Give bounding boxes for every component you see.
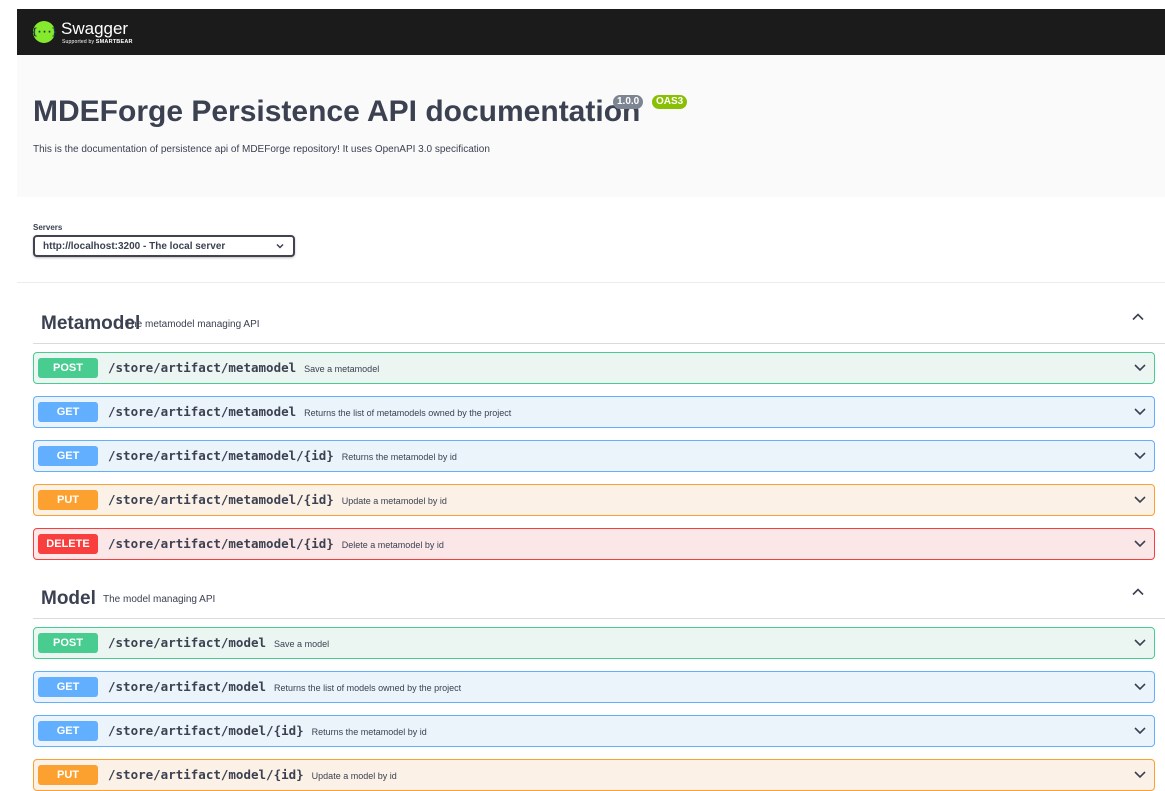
tag-name: Model: [41, 588, 96, 609]
operation-summary: Returns the list of metamodels owned by …: [304, 408, 512, 418]
operation-path-block: /store/artifact/metamodel/{id} Update a m…: [108, 492, 447, 507]
operation-path-block: /store/artifact/model/{id} Update a model…: [108, 767, 397, 782]
servers-label: Servers: [33, 223, 63, 232]
operation-path-block: /store/artifact/metamodel Returns the lis…: [108, 404, 511, 419]
operation-row[interactable]: POST/store/artifact/model Save a model: [33, 627, 1155, 659]
operation-summary: Save a metamodel: [304, 364, 380, 374]
info-section: MDEForge Persistence API documentation 1…: [17, 55, 1165, 197]
operation-row[interactable]: GET/store/artifact/metamodel/{id} Returns…: [33, 440, 1155, 472]
operation-row[interactable]: GET/store/artifact/model/{id} Returns the…: [33, 715, 1155, 747]
operation-path-block: /store/artifact/metamodel/{id} Delete a m…: [108, 536, 444, 551]
operation-path: /store/artifact/metamodel/{id}: [108, 536, 334, 551]
brand-supported-by: Supported by SMARTBEAR: [62, 39, 133, 45]
divider: [17, 282, 1165, 283]
tag-header-0[interactable]: Metamodel The metamodel managing API: [33, 300, 1165, 344]
operation-path: /store/artifact/model: [108, 679, 267, 694]
method-badge: GET: [38, 677, 98, 697]
tag-description: The metamodel managing API: [125, 319, 260, 330]
operation-path-block: /store/artifact/model Save a model: [108, 635, 329, 650]
version-badge: 1.0.0: [613, 95, 644, 109]
operation-path: /store/artifact/metamodel/{id}: [108, 448, 334, 463]
chevron-down-icon[interactable]: [1132, 403, 1148, 419]
api-description: This is the documentation of persistence…: [33, 144, 490, 155]
operation-summary: Returns the list of models owned by the …: [274, 683, 462, 693]
tag-header-1[interactable]: Model The model managing API: [33, 575, 1165, 619]
operation-summary: Update a metamodel by id: [341, 496, 447, 506]
supported-by-text: Supported by: [62, 39, 95, 45]
operation-row[interactable]: DELETE/store/artifact/metamodel/{id} Dele…: [33, 528, 1155, 560]
chevron-down-icon[interactable]: [1132, 766, 1148, 782]
chevron-down-icon[interactable]: [1132, 535, 1148, 551]
brand-name[interactable]: Swagger: [61, 19, 128, 39]
topbar: {···} Swagger Supported by SMARTBEAR: [17, 9, 1165, 55]
operation-path-block: /store/artifact/model/{id} Returns the me…: [108, 723, 427, 738]
operation-path: /store/artifact/model/{id}: [108, 723, 304, 738]
operation-path: /store/artifact/model/{id}: [108, 767, 304, 782]
page-title: MDEForge Persistence API documentation: [33, 95, 641, 128]
method-badge: POST: [38, 358, 98, 378]
operation-summary: Update a model by id: [311, 771, 397, 781]
chevron-down-icon[interactable]: [1132, 634, 1148, 650]
servers-selected-value: http://localhost:3200 - The local server: [43, 240, 226, 252]
chevron-down-icon[interactable]: [1132, 359, 1148, 375]
method-badge: GET: [38, 402, 98, 422]
operation-row[interactable]: POST/store/artifact/metamodel Save a meta…: [33, 352, 1155, 384]
supporter-name: SMARTBEAR: [95, 39, 133, 45]
operation-path-block: /store/artifact/metamodel Save a metamode…: [108, 360, 379, 375]
operation-row[interactable]: GET/store/artifact/metamodel Returns the …: [33, 396, 1155, 428]
operation-row[interactable]: PUT/store/artifact/model/{id} Update a mo…: [33, 759, 1155, 791]
operation-path: /store/artifact/metamodel/{id}: [108, 492, 334, 507]
operation-path: /store/artifact/metamodel: [108, 404, 297, 419]
method-badge: GET: [38, 446, 98, 466]
servers-select[interactable]: http://localhost:3200 - The local server: [33, 235, 295, 257]
tag-description: The model managing API: [103, 594, 216, 605]
operation-summary: Delete a metamodel by id: [341, 540, 444, 550]
chevron-up-icon[interactable]: [1131, 585, 1145, 599]
method-badge: GET: [38, 721, 98, 741]
chevron-down-icon: [276, 243, 284, 249]
chevron-up-icon[interactable]: [1131, 310, 1145, 324]
operation-row[interactable]: GET/store/artifact/model Returns the list…: [33, 671, 1155, 703]
operation-summary: Save a model: [274, 639, 330, 649]
chevron-down-icon[interactable]: [1132, 722, 1148, 738]
logo-glyph: {···}: [31, 26, 57, 38]
method-badge: POST: [38, 633, 98, 653]
oas-badge: OAS3: [652, 95, 688, 109]
operation-row[interactable]: PUT/store/artifact/metamodel/{id} Update …: [33, 484, 1155, 516]
operation-path-block: /store/artifact/metamodel/{id} Returns th…: [108, 448, 457, 463]
method-badge: PUT: [38, 490, 98, 510]
swagger-logo-icon[interactable]: {···}: [31, 21, 58, 43]
operation-summary: Returns the metamodel by id: [341, 452, 457, 462]
chevron-down-icon[interactable]: [1132, 678, 1148, 694]
operation-path: /store/artifact/metamodel: [108, 360, 297, 375]
operation-path-block: /store/artifact/model Returns the list of…: [108, 679, 461, 694]
chevron-down-icon[interactable]: [1132, 491, 1148, 507]
method-badge: DELETE: [38, 534, 98, 554]
method-badge: PUT: [38, 765, 98, 785]
operation-summary: Returns the metamodel by id: [311, 727, 427, 737]
operation-path: /store/artifact/model: [108, 635, 267, 650]
chevron-down-icon[interactable]: [1132, 447, 1148, 463]
